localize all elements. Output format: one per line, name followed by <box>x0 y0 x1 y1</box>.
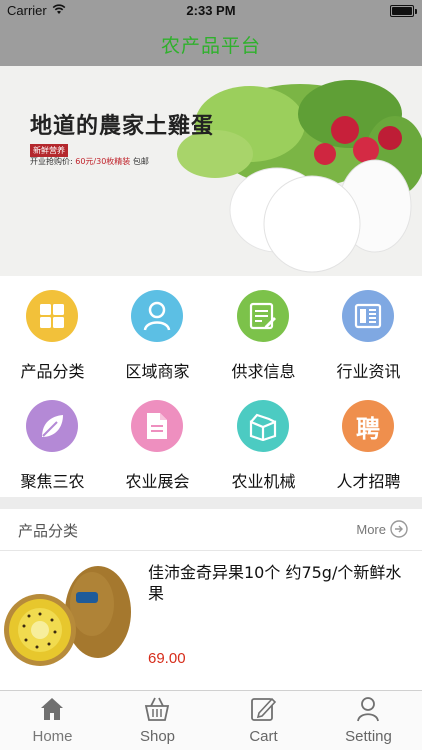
category-agri-exhibition[interactable]: 农业展会 <box>105 386 210 496</box>
tab-bar: Home Shop Cart Setting <box>0 690 422 750</box>
box-icon <box>237 400 289 452</box>
more-label: More <box>356 521 386 537</box>
arrow-right-circle-icon <box>390 520 408 538</box>
promo-suffix: 包邮 <box>130 157 149 166</box>
tab-setting[interactable]: Setting <box>316 691 421 750</box>
product-item[interactable]: 佳沛金奇异果10个 约75g/个新鲜水果 69.00 <box>0 552 422 684</box>
tab-label: Setting <box>345 728 392 745</box>
user-icon <box>357 697 379 722</box>
edit-icon <box>251 697 277 721</box>
home-icon <box>41 698 63 720</box>
category-supply-demand[interactable]: 供求信息 <box>211 276 316 386</box>
clock-time: 2:33 PM <box>186 3 236 18</box>
battery-icon <box>390 5 417 17</box>
promo-prefix: 开业抢购价: <box>30 157 76 166</box>
category-label: 供求信息 <box>231 362 296 381</box>
section-divider <box>0 497 422 509</box>
banner-headline: 地道的農家土雞蛋 <box>30 113 215 139</box>
category-agri-machinery[interactable]: 农业机械 <box>211 386 316 496</box>
tab-shop[interactable]: Shop <box>105 691 210 750</box>
category-label: 人才招聘 <box>336 472 401 491</box>
category-label: 区域商家 <box>125 362 190 381</box>
category-regional-merchants[interactable]: 区域商家 <box>105 276 210 386</box>
product-price: 69.00 <box>148 650 186 667</box>
nav-bar: 农产品平台 <box>0 22 422 66</box>
category-label: 产品分类 <box>20 362 85 381</box>
tab-home[interactable]: Home <box>0 691 105 750</box>
basket-icon <box>144 697 170 721</box>
list-edit-icon <box>237 290 289 342</box>
category-agri-focus[interactable]: 聚焦三农 <box>0 386 105 496</box>
tab-cart[interactable]: Cart <box>211 691 316 750</box>
document-icon <box>131 400 183 452</box>
grid-icon <box>26 290 78 342</box>
category-recruitment[interactable]: 聘 人才招聘 <box>316 386 421 496</box>
news-icon <box>342 290 394 342</box>
recruit-icon: 聘 <box>342 400 394 452</box>
tab-label: Shop <box>139 728 176 745</box>
category-label: 行业资讯 <box>336 362 401 381</box>
status-bar: Carrier 2:33 PM <box>0 0 422 22</box>
section-header: 产品分类 More <box>0 509 422 551</box>
promo-price: 60元/30枚精装 <box>75 157 131 166</box>
category-grid: 产品分类 区域商家 供求信息 行业资讯 聚焦三农 农业展会 农业机械 聘 人才招… <box>0 276 422 497</box>
tab-label: Home <box>32 728 73 745</box>
more-button[interactable]: More <box>356 520 408 538</box>
category-label: 农业展会 <box>125 472 190 491</box>
category-label: 聚焦三农 <box>20 472 85 491</box>
page-title: 农产品平台 <box>160 35 261 57</box>
banner-promo: 开业抢购价: 60元/30枚精装 包邮 <box>30 156 149 167</box>
product-name: 佳沛金奇异果10个 约75g/个新鲜水果 <box>148 563 402 603</box>
category-label: 农业机械 <box>231 472 296 491</box>
banner-eggs-image <box>177 80 422 273</box>
category-product-types[interactable]: 产品分类 <box>0 276 105 386</box>
product-image <box>4 566 131 666</box>
leaf-icon <box>26 400 78 452</box>
person-icon <box>131 290 183 342</box>
tab-label: Cart <box>249 728 278 745</box>
section-title: 产品分类 <box>18 522 79 540</box>
category-industry-news[interactable]: 行业资讯 <box>316 276 421 386</box>
promo-banner[interactable]: 地道的農家土雞蛋 新鲜营养 开业抢购价: 60元/30枚精装 包邮 <box>0 66 422 276</box>
